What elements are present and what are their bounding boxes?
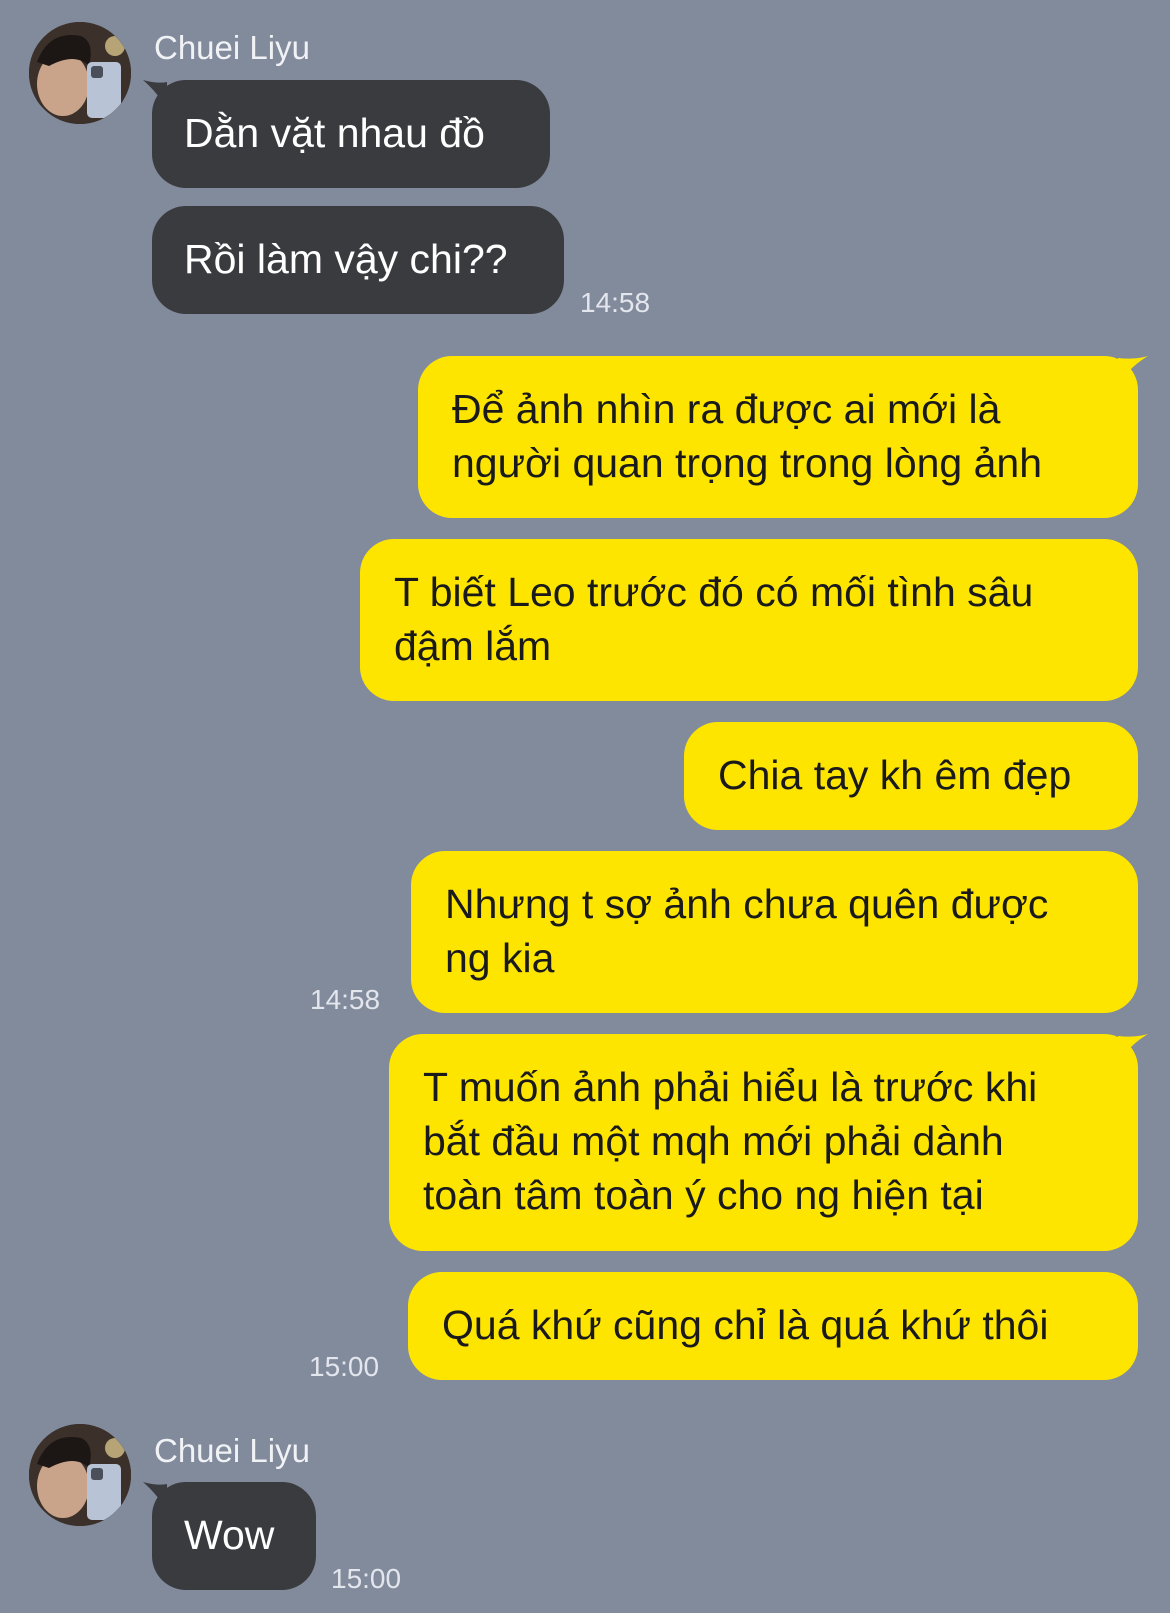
timestamp: 14:58 bbox=[580, 287, 651, 318]
profile-photo-icon bbox=[29, 22, 131, 124]
avatar[interactable] bbox=[29, 1424, 131, 1526]
message-bubble[interactable]: T muốn ảnh phải hiểu là trước khi bắt đầ… bbox=[389, 1034, 1138, 1251]
message-text: Nhưng t sợ ảnh chưa quên được bbox=[445, 881, 1049, 927]
avatar[interactable] bbox=[29, 22, 131, 124]
message-text: người quan trọng trong lòng ảnh bbox=[452, 440, 1043, 486]
message-text: ng kia bbox=[445, 935, 555, 981]
sender-name: Chuei Liyu bbox=[154, 1432, 310, 1469]
message-text: Dằn vặt nhau đồ bbox=[184, 110, 485, 156]
message-text: đậm lắm bbox=[394, 623, 552, 669]
message-bubble[interactable]: Rồi làm vậy chi?? bbox=[152, 206, 564, 314]
message-text: Quá khứ cũng chỉ là quá khứ thôi bbox=[442, 1302, 1049, 1348]
message-bubble[interactable]: Chia tay kh êm đẹp bbox=[684, 722, 1138, 830]
message-text: T biết Leo trước đó có mối tình sâu bbox=[394, 569, 1034, 615]
message-text: Rồi làm vậy chi?? bbox=[184, 236, 508, 282]
message-text: toàn tâm toàn ý cho ng hiện tại bbox=[423, 1172, 984, 1218]
message-text: Wow bbox=[184, 1512, 275, 1558]
message-bubble[interactable]: Dằn vặt nhau đồ bbox=[152, 80, 550, 188]
timestamp: 15:00 bbox=[309, 1351, 380, 1382]
message-bubble[interactable]: Quá khứ cũng chỉ là quá khứ thôi bbox=[408, 1272, 1138, 1380]
message-bubble[interactable]: Wow bbox=[152, 1482, 316, 1590]
sender-name: Chuei Liyu bbox=[154, 29, 310, 66]
message-bubble[interactable]: Để ảnh nhìn ra được ai mới là người quan… bbox=[418, 356, 1138, 518]
timestamp: 14:58 bbox=[310, 984, 381, 1015]
message-text: Chia tay kh êm đẹp bbox=[718, 752, 1072, 798]
message-text: bắt đầu một mqh mới phải dành bbox=[423, 1118, 1004, 1164]
message-bubble[interactable]: T biết Leo trước đó có mối tình sâu đậm … bbox=[360, 539, 1138, 701]
profile-photo-icon bbox=[29, 1424, 131, 1526]
message-bubble[interactable]: Nhưng t sợ ảnh chưa quên được ng kia bbox=[411, 851, 1138, 1013]
message-text: Để ảnh nhìn ra được ai mới là bbox=[452, 386, 1001, 432]
timestamp: 15:00 bbox=[331, 1563, 402, 1594]
message-text: T muốn ảnh phải hiểu là trước khi bbox=[423, 1064, 1038, 1110]
